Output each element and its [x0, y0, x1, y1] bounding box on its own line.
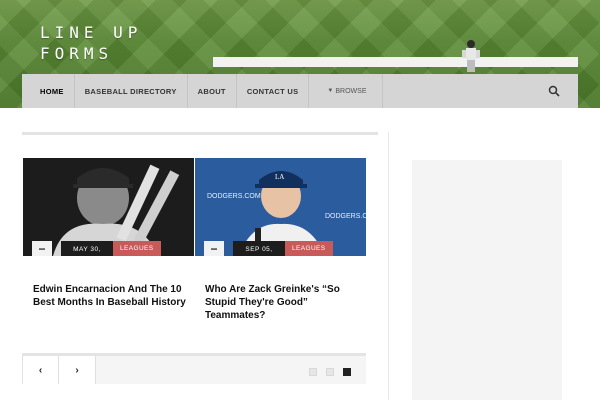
sidebar-widget — [412, 160, 562, 400]
post-image[interactable]: ▬ MAY 30, 2014 LEAGUES — [23, 158, 194, 256]
post-card: DODGERS.COM DODGERS.COM LA ▬ SEP 05, 201… — [195, 158, 366, 322]
post-image[interactable]: DODGERS.COM DODGERS.COM LA ▬ SEP 05, 201… — [195, 158, 366, 256]
content-divider — [22, 132, 378, 135]
dodgers-cap-logo: LA — [275, 173, 284, 181]
slider-pager: ‹ › — [22, 353, 366, 384]
post-card: ▬ MAY 30, 2014 LEAGUES Edwin Encarnacion… — [23, 158, 194, 309]
post-title[interactable]: Who Are Zack Greinke's “So Stupid They'r… — [195, 283, 366, 322]
logo-line-2: Forms — [40, 44, 114, 63]
post-date-month-day: SEP 05, — [245, 246, 273, 253]
dodgers-backdrop-text: DODGERS.COM — [207, 193, 261, 200]
nav-item-contact-us[interactable]: CONTACT US — [237, 74, 310, 108]
search-icon[interactable] — [548, 85, 560, 97]
dodgers-backdrop-text: DODGERS.COM — [325, 213, 366, 220]
logo-line-1: Line Up — [40, 23, 143, 42]
post-category-tag[interactable]: LEAGUES — [285, 241, 333, 256]
baseball-player-image — [462, 40, 480, 72]
pager-dots — [309, 368, 351, 376]
post-meta: ▬ SEP 05, 2014 LEAGUES — [195, 230, 333, 256]
post-date: MAY 30, 2014 — [61, 241, 113, 256]
nav-item-home[interactable]: HOME — [22, 74, 75, 108]
nav-item-about[interactable]: ABOUT — [188, 74, 237, 108]
post-meta: ▬ MAY 30, 2014 LEAGUES — [23, 230, 161, 256]
sidebar-divider — [388, 132, 389, 400]
prev-button[interactable]: ‹ — [22, 356, 59, 384]
main-nav: HOME BASEBALL DIRECTORY ABOUT CONTACT US… — [22, 74, 578, 108]
comment-icon[interactable]: ▬ — [32, 241, 52, 256]
caret-down-icon: ▼ — [327, 88, 334, 94]
header-banner-bar — [213, 57, 578, 67]
nav-browse-label: BROWSE — [335, 87, 367, 95]
comment-icon[interactable]: ▬ — [204, 241, 224, 256]
post-date: SEP 05, 2014 — [233, 241, 285, 256]
pager-dot[interactable] — [326, 368, 334, 376]
post-title[interactable]: Edwin Encarnacion And The 10 Best Months… — [23, 283, 194, 309]
nav-browse-dropdown[interactable]: ▼ BROWSE — [309, 74, 383, 108]
post-category-tag[interactable]: LEAGUES — [113, 241, 161, 256]
nav-item-baseball-directory[interactable]: BASEBALL DIRECTORY — [75, 74, 188, 108]
post-date-month-day: MAY 30, — [73, 246, 101, 253]
site-logo[interactable]: Line Up Forms — [40, 22, 142, 64]
pager-dot[interactable] — [343, 368, 351, 376]
next-button[interactable]: › — [59, 356, 96, 384]
pager-dot[interactable] — [309, 368, 317, 376]
